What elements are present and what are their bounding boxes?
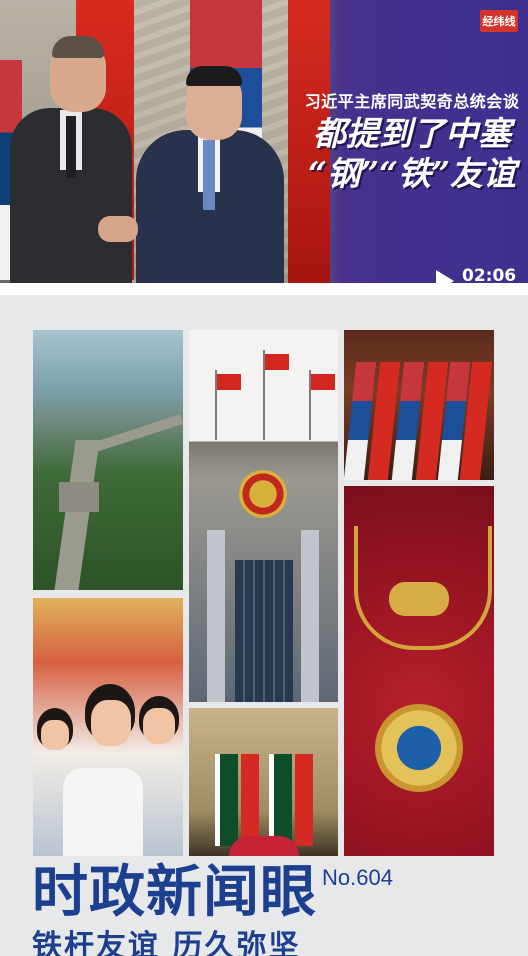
- medal-icon: [375, 704, 463, 792]
- poster-title: 时政新闻眼: [32, 860, 317, 925]
- national-emblem: [239, 470, 287, 518]
- brand-logo: 经纬线: [480, 10, 518, 32]
- children-welcome-photo: [33, 598, 183, 856]
- medal-photo: [344, 486, 494, 856]
- video-headline: 都提到了中塞 “钢”“铁”友谊: [308, 114, 516, 193]
- handshake: [98, 216, 138, 242]
- poster-card[interactable]: 时政新闻眼 No.604 铁杆友谊 历久弥坚: [0, 295, 528, 956]
- video-card[interactable]: 经纬线 习近平主席同武契奇总统会谈 都提到了中塞 “钢”“铁”友谊 02:06: [0, 0, 528, 283]
- video-duration: 02:06: [462, 266, 517, 283]
- poster-subtitle: 铁杆友谊 历久弥坚: [32, 929, 301, 956]
- issue-number: No.604: [322, 865, 393, 890]
- divider: [0, 283, 528, 295]
- flags-photo: [344, 330, 494, 480]
- meeting-photo: [189, 708, 338, 856]
- great-wall-photo: [33, 330, 183, 590]
- play-icon[interactable]: [436, 270, 454, 283]
- video-subtitle: 习近平主席同武契奇总统会谈: [304, 92, 520, 111]
- great-hall-photo: [189, 330, 338, 702]
